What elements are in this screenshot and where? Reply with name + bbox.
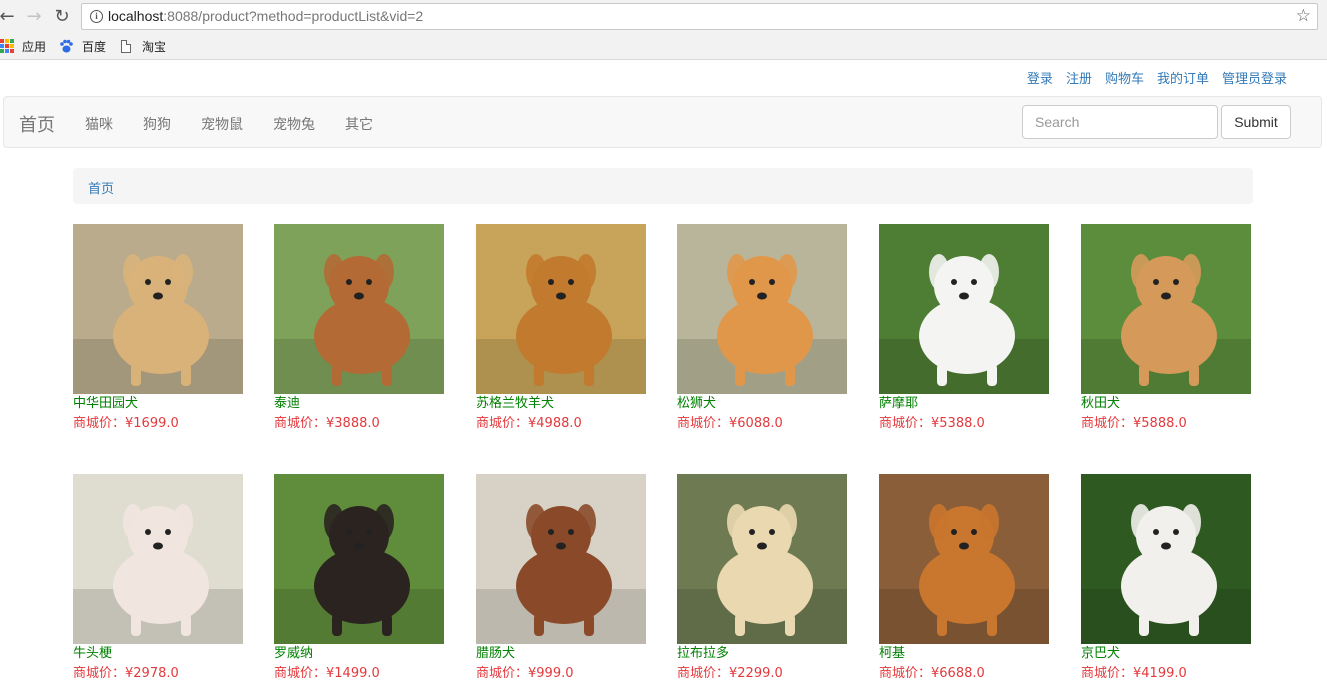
bookmarks-bar: 应用 百度 淘宝 xyxy=(0,33,1327,60)
product-image[interactable] xyxy=(73,474,243,644)
breadcrumb: 首页 xyxy=(73,168,1253,204)
product-image[interactable] xyxy=(879,474,1049,644)
product-name[interactable]: 京巴犬 xyxy=(1081,646,1251,662)
bookmark-label: 淘宝 xyxy=(142,39,167,54)
product-name[interactable]: 牛头梗 xyxy=(73,646,243,662)
product-name[interactable]: 柯基 xyxy=(879,646,1049,662)
product-price: 商城价：¥4988.0 xyxy=(476,416,582,431)
search-input[interactable] xyxy=(1022,105,1218,139)
product-card[interactable]: 泰迪商城价：¥3888.0 xyxy=(274,224,444,432)
product-price: 商城价：¥2299.0 xyxy=(677,666,783,681)
register-link[interactable]: 注册 xyxy=(1066,68,1092,87)
bookmark-label: 百度 xyxy=(82,39,107,54)
product-card[interactable]: 萨摩耶商城价：¥5388.0 xyxy=(879,224,1049,432)
page-icon xyxy=(121,39,131,53)
dog-photo-icon xyxy=(1081,224,1251,394)
product-price: 商城价：¥999.0 xyxy=(476,666,574,681)
product-card[interactable]: 松狮犬商城价：¥6088.0 xyxy=(677,224,847,432)
product-name[interactable]: 中华田园犬 xyxy=(73,396,243,412)
product-card[interactable]: 腊肠犬商城价：¥999.0 xyxy=(476,474,646,682)
product-price: 商城价：¥1699.0 xyxy=(73,416,179,431)
breadcrumb-home-link[interactable]: 首页 xyxy=(88,178,114,197)
admin-login-link[interactable]: 管理员登录 xyxy=(1222,68,1287,87)
product-name[interactable]: 罗威纳 xyxy=(274,646,444,662)
product-image[interactable] xyxy=(274,224,444,394)
product-price: 商城价：¥1499.0 xyxy=(274,666,380,681)
dog-photo-icon xyxy=(73,474,243,644)
product-name[interactable]: 苏格兰牧羊犬 xyxy=(476,396,646,412)
product-image[interactable] xyxy=(476,224,646,394)
product-price: 商城价：¥3888.0 xyxy=(274,416,380,431)
product-card[interactable]: 拉布拉多商城价：¥2299.0 xyxy=(677,474,847,682)
apps-grid-icon xyxy=(0,39,14,53)
product-image[interactable] xyxy=(476,474,646,644)
product-image[interactable] xyxy=(274,474,444,644)
login-link[interactable]: 登录 xyxy=(1027,68,1053,87)
product-name[interactable]: 秋田犬 xyxy=(1081,396,1251,412)
back-arrow-icon[interactable]: ← xyxy=(0,5,18,27)
dog-photo-icon xyxy=(677,474,847,644)
product-card[interactable]: 柯基商城价：¥6688.0 xyxy=(879,474,1049,682)
product-card[interactable]: 中华田园犬商城价：¥1699.0 xyxy=(73,224,243,432)
product-price: 商城价：¥2978.0 xyxy=(73,666,179,681)
nav-item-rabbits[interactable]: 宠物兔 xyxy=(273,114,315,134)
bookmark-baidu[interactable]: 百度 xyxy=(59,37,106,55)
product-name[interactable]: 拉布拉多 xyxy=(677,646,847,662)
dog-photo-icon xyxy=(73,224,243,394)
url-text: localhost:8088/product?method=productLis… xyxy=(108,8,424,24)
navbar: 首页 猫咪 狗狗 宠物鼠 宠物兔 其它 Submit xyxy=(3,96,1322,148)
address-bar[interactable]: i localhost:8088/product?method=productL… xyxy=(81,3,1318,30)
product-price: 商城价：¥6688.0 xyxy=(879,666,985,681)
dog-photo-icon xyxy=(879,224,1049,394)
nav-item-others[interactable]: 其它 xyxy=(345,114,373,134)
product-image[interactable] xyxy=(1081,224,1251,394)
my-orders-link[interactable]: 我的订单 xyxy=(1157,68,1209,87)
product-price: 商城价：¥6088.0 xyxy=(677,416,783,431)
product-image[interactable] xyxy=(1081,474,1251,644)
product-image[interactable] xyxy=(879,224,1049,394)
dog-photo-icon xyxy=(476,224,646,394)
dog-photo-icon xyxy=(274,224,444,394)
product-name[interactable]: 泰迪 xyxy=(274,396,444,412)
cart-link[interactable]: 购物车 xyxy=(1105,68,1144,87)
product-name[interactable]: 萨摩耶 xyxy=(879,396,1049,412)
product-image[interactable] xyxy=(677,224,847,394)
product-name[interactable]: 松狮犬 xyxy=(677,396,847,412)
product-card[interactable]: 京巴犬商城价：¥4199.0 xyxy=(1081,474,1251,682)
bookmark-label: 应用 xyxy=(22,39,47,54)
product-card[interactable]: 牛头梗商城价：¥2978.0 xyxy=(73,474,243,682)
category-menu: 猫咪 狗狗 宠物鼠 宠物兔 其它 xyxy=(85,114,403,134)
product-name[interactable]: 腊肠犬 xyxy=(476,646,646,662)
reload-icon[interactable]: ↻ xyxy=(51,5,73,27)
nav-item-dogs[interactable]: 狗狗 xyxy=(143,114,171,134)
browser-toolbar: ← → ↻ i localhost:8088/product?method=pr… xyxy=(0,0,1327,33)
submit-button[interactable]: Submit xyxy=(1221,105,1291,139)
top-user-links: 登录 注册 购物车 我的订单 管理员登录 xyxy=(1027,68,1287,87)
info-icon[interactable]: i xyxy=(90,10,103,23)
dog-photo-icon xyxy=(879,474,1049,644)
product-card[interactable]: 苏格兰牧羊犬 商城价：¥4988.0 xyxy=(476,224,646,432)
product-image[interactable] xyxy=(73,224,243,394)
dog-photo-icon xyxy=(274,474,444,644)
nav-item-cats[interactable]: 猫咪 xyxy=(85,114,113,134)
product-card[interactable]: 秋田犬商城价：¥5888.0 xyxy=(1081,224,1251,432)
bookmark-star-icon[interactable]: ☆ xyxy=(1296,6,1311,26)
dog-photo-icon xyxy=(476,474,646,644)
bookmark-apps[interactable]: 应用 xyxy=(0,37,46,55)
bookmark-taobao[interactable]: 淘宝 xyxy=(121,37,166,55)
product-image[interactable] xyxy=(677,474,847,644)
nav-item-hamsters[interactable]: 宠物鼠 xyxy=(201,114,243,134)
product-price: 商城价：¥5888.0 xyxy=(1081,416,1187,431)
forward-arrow-icon[interactable]: → xyxy=(23,5,45,27)
dog-photo-icon xyxy=(677,224,847,394)
product-price: 商城价：¥4199.0 xyxy=(1081,666,1187,681)
product-price: 商城价：¥5388.0 xyxy=(879,416,985,431)
baidu-paw-icon xyxy=(60,39,73,53)
navbar-brand-home[interactable]: 首页 xyxy=(19,111,55,137)
dog-photo-icon xyxy=(1081,474,1251,644)
product-card[interactable]: 罗威纳商城价：¥1499.0 xyxy=(274,474,444,682)
